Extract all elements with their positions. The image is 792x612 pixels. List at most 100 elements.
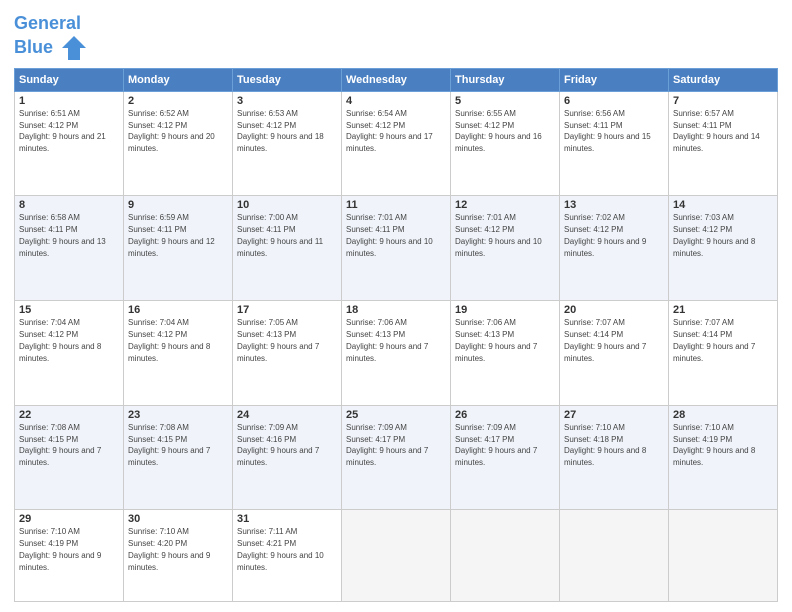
calendar-cell: 13 Sunrise: 7:02 AMSunset: 4:12 PMDaylig… [560,196,669,301]
day-info: Sunrise: 6:55 AMSunset: 4:12 PMDaylight:… [455,109,542,153]
weekday-header-cell: Sunday [15,68,124,91]
logo-text2: Blue [14,34,88,62]
day-number: 14 [673,199,773,211]
calendar-cell: 10 Sunrise: 7:00 AMSunset: 4:11 PMDaylig… [233,196,342,301]
calendar-cell [451,510,560,602]
day-info: Sunrise: 7:07 AMSunset: 4:14 PMDaylight:… [564,318,646,362]
day-info: Sunrise: 7:01 AMSunset: 4:11 PMDaylight:… [346,213,433,257]
weekday-header-cell: Tuesday [233,68,342,91]
calendar-cell: 23 Sunrise: 7:08 AMSunset: 4:15 PMDaylig… [124,405,233,510]
day-info: Sunrise: 7:10 AMSunset: 4:19 PMDaylight:… [19,527,101,571]
day-info: Sunrise: 7:05 AMSunset: 4:13 PMDaylight:… [237,318,319,362]
day-number: 26 [455,409,555,421]
calendar-cell: 9 Sunrise: 6:59 AMSunset: 4:11 PMDayligh… [124,196,233,301]
calendar-cell: 11 Sunrise: 7:01 AMSunset: 4:11 PMDaylig… [342,196,451,301]
day-number: 10 [237,199,337,211]
calendar-cell: 25 Sunrise: 7:09 AMSunset: 4:17 PMDaylig… [342,405,451,510]
weekday-header-cell: Monday [124,68,233,91]
day-number: 27 [564,409,664,421]
day-number: 17 [237,304,337,316]
day-info: Sunrise: 6:57 AMSunset: 4:11 PMDaylight:… [673,109,760,153]
calendar-cell: 16 Sunrise: 7:04 AMSunset: 4:12 PMDaylig… [124,301,233,406]
day-number: 30 [128,513,228,525]
day-info: Sunrise: 7:10 AMSunset: 4:18 PMDaylight:… [564,423,646,467]
day-number: 13 [564,199,664,211]
day-info: Sunrise: 6:59 AMSunset: 4:11 PMDaylight:… [128,213,215,257]
day-number: 18 [346,304,446,316]
day-number: 21 [673,304,773,316]
day-info: Sunrise: 7:09 AMSunset: 4:17 PMDaylight:… [455,423,537,467]
day-info: Sunrise: 7:00 AMSunset: 4:11 PMDaylight:… [237,213,323,257]
calendar-cell [560,510,669,602]
day-info: Sunrise: 6:58 AMSunset: 4:11 PMDaylight:… [19,213,106,257]
logo: General Blue [14,14,88,62]
day-info: Sunrise: 6:51 AMSunset: 4:12 PMDaylight:… [19,109,106,153]
calendar-cell: 24 Sunrise: 7:09 AMSunset: 4:16 PMDaylig… [233,405,342,510]
day-number: 23 [128,409,228,421]
weekday-header-cell: Thursday [451,68,560,91]
day-info: Sunrise: 7:09 AMSunset: 4:16 PMDaylight:… [237,423,319,467]
logo-text: General [14,14,88,34]
day-number: 4 [346,95,446,107]
day-info: Sunrise: 6:54 AMSunset: 4:12 PMDaylight:… [346,109,433,153]
day-number: 19 [455,304,555,316]
calendar-cell: 31 Sunrise: 7:11 AMSunset: 4:21 PMDaylig… [233,510,342,602]
calendar-cell: 7 Sunrise: 6:57 AMSunset: 4:11 PMDayligh… [669,91,778,196]
calendar-cell: 4 Sunrise: 6:54 AMSunset: 4:12 PMDayligh… [342,91,451,196]
calendar-cell: 26 Sunrise: 7:09 AMSunset: 4:17 PMDaylig… [451,405,560,510]
day-number: 20 [564,304,664,316]
day-number: 9 [128,199,228,211]
calendar-cell: 8 Sunrise: 6:58 AMSunset: 4:11 PMDayligh… [15,196,124,301]
calendar-cell: 18 Sunrise: 7:06 AMSunset: 4:13 PMDaylig… [342,301,451,406]
calendar-cell: 19 Sunrise: 7:06 AMSunset: 4:13 PMDaylig… [451,301,560,406]
day-info: Sunrise: 6:52 AMSunset: 4:12 PMDaylight:… [128,109,215,153]
calendar-cell [669,510,778,602]
day-number: 11 [346,199,446,211]
calendar-cell: 29 Sunrise: 7:10 AMSunset: 4:19 PMDaylig… [15,510,124,602]
day-number: 29 [19,513,119,525]
weekday-header-cell: Wednesday [342,68,451,91]
calendar-table: SundayMondayTuesdayWednesdayThursdayFrid… [14,68,778,602]
day-info: Sunrise: 7:08 AMSunset: 4:15 PMDaylight:… [128,423,210,467]
calendar-cell: 15 Sunrise: 7:04 AMSunset: 4:12 PMDaylig… [15,301,124,406]
day-number: 22 [19,409,119,421]
calendar-cell: 2 Sunrise: 6:52 AMSunset: 4:12 PMDayligh… [124,91,233,196]
calendar-cell: 1 Sunrise: 6:51 AMSunset: 4:12 PMDayligh… [15,91,124,196]
day-info: Sunrise: 7:04 AMSunset: 4:12 PMDaylight:… [19,318,101,362]
day-info: Sunrise: 7:06 AMSunset: 4:13 PMDaylight:… [346,318,428,362]
day-info: Sunrise: 6:53 AMSunset: 4:12 PMDaylight:… [237,109,324,153]
day-info: Sunrise: 7:03 AMSunset: 4:12 PMDaylight:… [673,213,755,257]
day-number: 31 [237,513,337,525]
day-info: Sunrise: 7:07 AMSunset: 4:14 PMDaylight:… [673,318,755,362]
day-number: 7 [673,95,773,107]
calendar-page: General Blue SundayMondayTuesdayWednesda… [0,0,792,612]
day-info: Sunrise: 7:06 AMSunset: 4:13 PMDaylight:… [455,318,537,362]
calendar-cell: 5 Sunrise: 6:55 AMSunset: 4:12 PMDayligh… [451,91,560,196]
day-number: 1 [19,95,119,107]
day-number: 28 [673,409,773,421]
calendar-cell: 3 Sunrise: 6:53 AMSunset: 4:12 PMDayligh… [233,91,342,196]
calendar-cell: 14 Sunrise: 7:03 AMSunset: 4:12 PMDaylig… [669,196,778,301]
calendar-cell [342,510,451,602]
day-info: Sunrise: 7:09 AMSunset: 4:17 PMDaylight:… [346,423,428,467]
calendar-cell: 6 Sunrise: 6:56 AMSunset: 4:11 PMDayligh… [560,91,669,196]
day-number: 15 [19,304,119,316]
day-number: 12 [455,199,555,211]
day-info: Sunrise: 7:04 AMSunset: 4:12 PMDaylight:… [128,318,210,362]
calendar-cell: 17 Sunrise: 7:05 AMSunset: 4:13 PMDaylig… [233,301,342,406]
calendar-cell: 20 Sunrise: 7:07 AMSunset: 4:14 PMDaylig… [560,301,669,406]
day-info: Sunrise: 7:02 AMSunset: 4:12 PMDaylight:… [564,213,646,257]
day-info: Sunrise: 7:10 AMSunset: 4:19 PMDaylight:… [673,423,755,467]
day-info: Sunrise: 7:10 AMSunset: 4:20 PMDaylight:… [128,527,210,571]
day-number: 16 [128,304,228,316]
day-info: Sunrise: 7:01 AMSunset: 4:12 PMDaylight:… [455,213,542,257]
calendar-cell: 21 Sunrise: 7:07 AMSunset: 4:14 PMDaylig… [669,301,778,406]
header: General Blue [14,10,778,62]
calendar-cell: 27 Sunrise: 7:10 AMSunset: 4:18 PMDaylig… [560,405,669,510]
day-number: 6 [564,95,664,107]
day-info: Sunrise: 6:56 AMSunset: 4:11 PMDaylight:… [564,109,651,153]
day-number: 25 [346,409,446,421]
day-info: Sunrise: 7:11 AMSunset: 4:21 PMDaylight:… [237,527,324,571]
weekday-header-cell: Saturday [669,68,778,91]
day-number: 2 [128,95,228,107]
